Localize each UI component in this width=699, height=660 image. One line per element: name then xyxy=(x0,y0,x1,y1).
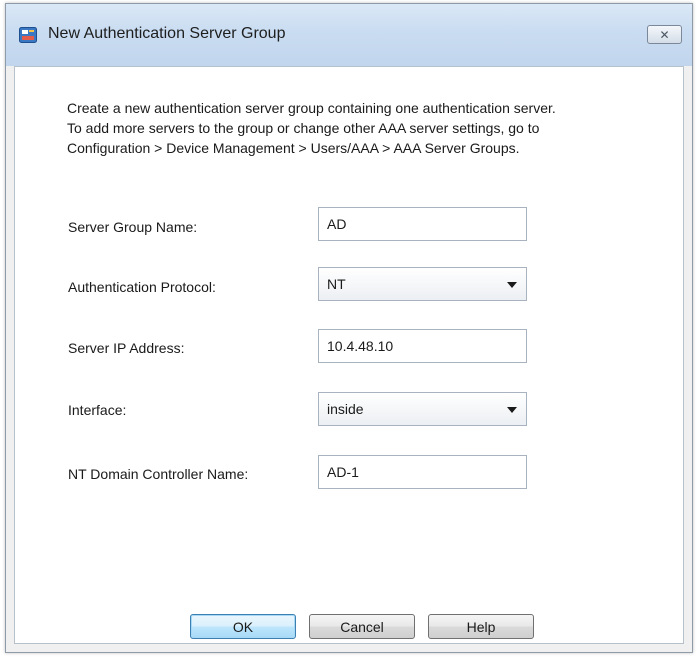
dialog-window: New Authentication Server Group ✕ Create… xyxy=(5,3,693,653)
server-group-icon xyxy=(19,27,37,43)
auth-protocol-select[interactable]: NT xyxy=(318,267,527,301)
close-button[interactable]: ✕ xyxy=(647,25,682,44)
nt-domain-controller-label: NT Domain Controller Name: xyxy=(68,466,249,482)
help-button[interactable]: Help xyxy=(428,614,534,639)
server-group-name-label: Server Group Name: xyxy=(68,219,198,235)
chevron-down-icon xyxy=(507,282,517,288)
title-bar[interactable]: New Authentication Server Group ✕ xyxy=(6,4,692,66)
server-group-name-input[interactable]: AD xyxy=(318,207,527,241)
window-title: New Authentication Server Group xyxy=(48,25,286,42)
interface-label: Interface: xyxy=(68,402,127,418)
description-line-3: Configuration > Device Management > User… xyxy=(67,140,520,156)
server-ip-input[interactable]: 10.4.48.10 xyxy=(318,329,527,363)
description: Create a new authentication server group… xyxy=(67,98,556,158)
cancel-button[interactable]: Cancel xyxy=(309,614,415,639)
interface-value: inside xyxy=(327,401,364,417)
close-icon: ✕ xyxy=(659,27,670,42)
interface-select[interactable]: inside xyxy=(318,392,527,426)
auth-protocol-label: Authentication Protocol: xyxy=(68,279,216,295)
description-line-1: Create a new authentication server group… xyxy=(67,100,556,116)
auth-protocol-value: NT xyxy=(327,276,346,292)
nt-domain-controller-input[interactable]: AD-1 xyxy=(318,455,527,489)
server-ip-label: Server IP Address: xyxy=(68,340,185,356)
description-line-2: To add more servers to the group or chan… xyxy=(67,120,540,136)
dialog-content: Create a new authentication server group… xyxy=(14,66,684,644)
ok-button[interactable]: OK xyxy=(190,614,296,639)
chevron-down-icon xyxy=(507,407,517,413)
